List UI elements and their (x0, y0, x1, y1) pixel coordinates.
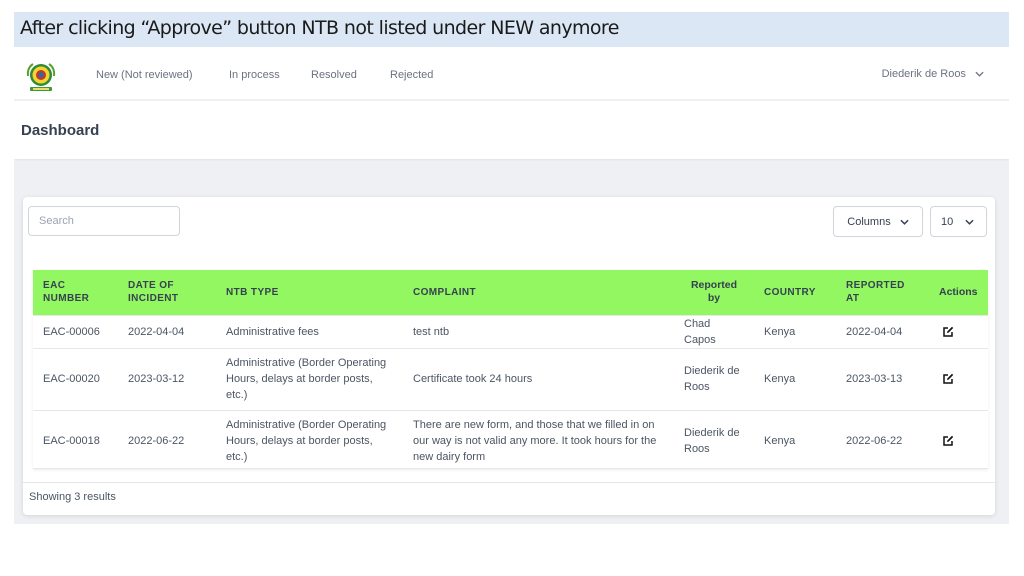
cell-reported-by: Chad Capos (674, 314, 754, 348)
column-header-eac-number[interactable]: EAC NUMBER (33, 270, 118, 315)
cell-eac-number: EAC-00018 (33, 409, 118, 472)
cell-date-of-incident: 2023-03-12 (118, 347, 216, 410)
table-row[interactable]: EAC-00020 2023-03-12 Administrative (Bor… (33, 347, 988, 410)
ntb-table: EAC NUMBER DATE OF INCIDENT NTB TYPE COM… (33, 270, 988, 472)
cell-complaint: test ntb (403, 314, 674, 348)
nav-link-in-process[interactable]: In process (229, 69, 280, 81)
cell-eac-number: EAC-00006 (33, 314, 118, 348)
edit-icon[interactable] (942, 326, 954, 338)
app-window: New (Not reviewed) In process Resolved R… (14, 52, 1009, 524)
table-row[interactable]: EAC-00018 2022-06-22 Administrative (Bor… (33, 409, 988, 472)
cell-reported-at: 2022-06-22 (836, 409, 929, 472)
cell-reported-at: 2022-04-04 (836, 314, 929, 348)
columns-label: Columns (847, 215, 891, 228)
chevron-down-icon (900, 219, 909, 225)
page-size-value: 10 (941, 215, 954, 228)
user-name: Diederik de Roos (881, 68, 966, 80)
column-header-country[interactable]: COUNTRY (754, 270, 836, 315)
table-header-row: EAC NUMBER DATE OF INCIDENT NTB TYPE COM… (33, 270, 988, 315)
top-navbar: New (Not reviewed) In process Resolved R… (14, 52, 1009, 100)
nav-link-rejected[interactable]: Rejected (390, 69, 433, 81)
column-header-reported-by[interactable]: Reported by (674, 270, 754, 315)
user-menu[interactable]: Diederik de Roos (882, 68, 984, 80)
column-header-ntb-type[interactable]: NTB TYPE (216, 270, 403, 315)
chevron-down-icon (965, 219, 974, 225)
results-card: Columns 10 EAC NUMBER DATE OF INCID (23, 197, 995, 515)
cell-actions (929, 347, 988, 410)
edit-icon[interactable] (942, 435, 954, 447)
cell-ntb-type: Administrative (Border Operating Hours, … (216, 347, 403, 410)
column-header-reported-at[interactable]: REPORTED AT (836, 270, 929, 315)
page-header: Dashboard (14, 101, 1009, 159)
cell-date-of-incident: 2022-06-22 (118, 409, 216, 472)
cell-ntb-type: Administrative fees (216, 314, 403, 348)
ntb-table-wrapper: EAC NUMBER DATE OF INCIDENT NTB TYPE COM… (33, 270, 988, 472)
table-row[interactable]: EAC-00006 2022-04-04 Administrative fees… (33, 314, 988, 348)
cell-actions (929, 314, 988, 348)
card-footer-divider (23, 482, 995, 483)
eac-emblem-icon[interactable] (23, 60, 59, 94)
cell-country: Kenya (754, 409, 836, 472)
cell-country: Kenya (754, 314, 836, 348)
cell-reported-by: Diederik de Roos (674, 409, 754, 472)
columns-button[interactable]: Columns (833, 206, 923, 237)
nav-link-resolved[interactable]: Resolved (311, 69, 357, 81)
cell-reported-at: 2023-03-13 (836, 347, 929, 410)
cell-ntb-type: Administrative (Border Operating Hours, … (216, 409, 403, 472)
column-header-complaint[interactable]: COMPLAINT (403, 270, 674, 315)
cell-date-of-incident: 2022-04-04 (118, 314, 216, 348)
page-title: Dashboard (21, 122, 100, 139)
page-size-select[interactable]: 10 (930, 206, 987, 237)
cell-eac-number: EAC-00020 (33, 347, 118, 410)
slide-title: After clicking “Approve” button NTB not … (14, 12, 1009, 47)
results-count: Showing 3 results (29, 491, 116, 503)
chevron-down-icon (975, 71, 984, 77)
cell-complaint: Certificate took 24 hours (403, 347, 674, 410)
column-header-date-of-incident[interactable]: DATE OF INCIDENT (118, 270, 216, 315)
search-input[interactable] (28, 206, 180, 236)
cell-actions (929, 409, 988, 472)
edit-icon[interactable] (942, 373, 954, 385)
cell-reported-by: Diederik de Roos (674, 347, 754, 410)
nav-link-new[interactable]: New (Not reviewed) (96, 69, 193, 81)
cell-country: Kenya (754, 347, 836, 410)
cell-complaint: There are new form, and those that we fi… (403, 409, 674, 472)
column-header-actions: Actions (939, 285, 978, 298)
